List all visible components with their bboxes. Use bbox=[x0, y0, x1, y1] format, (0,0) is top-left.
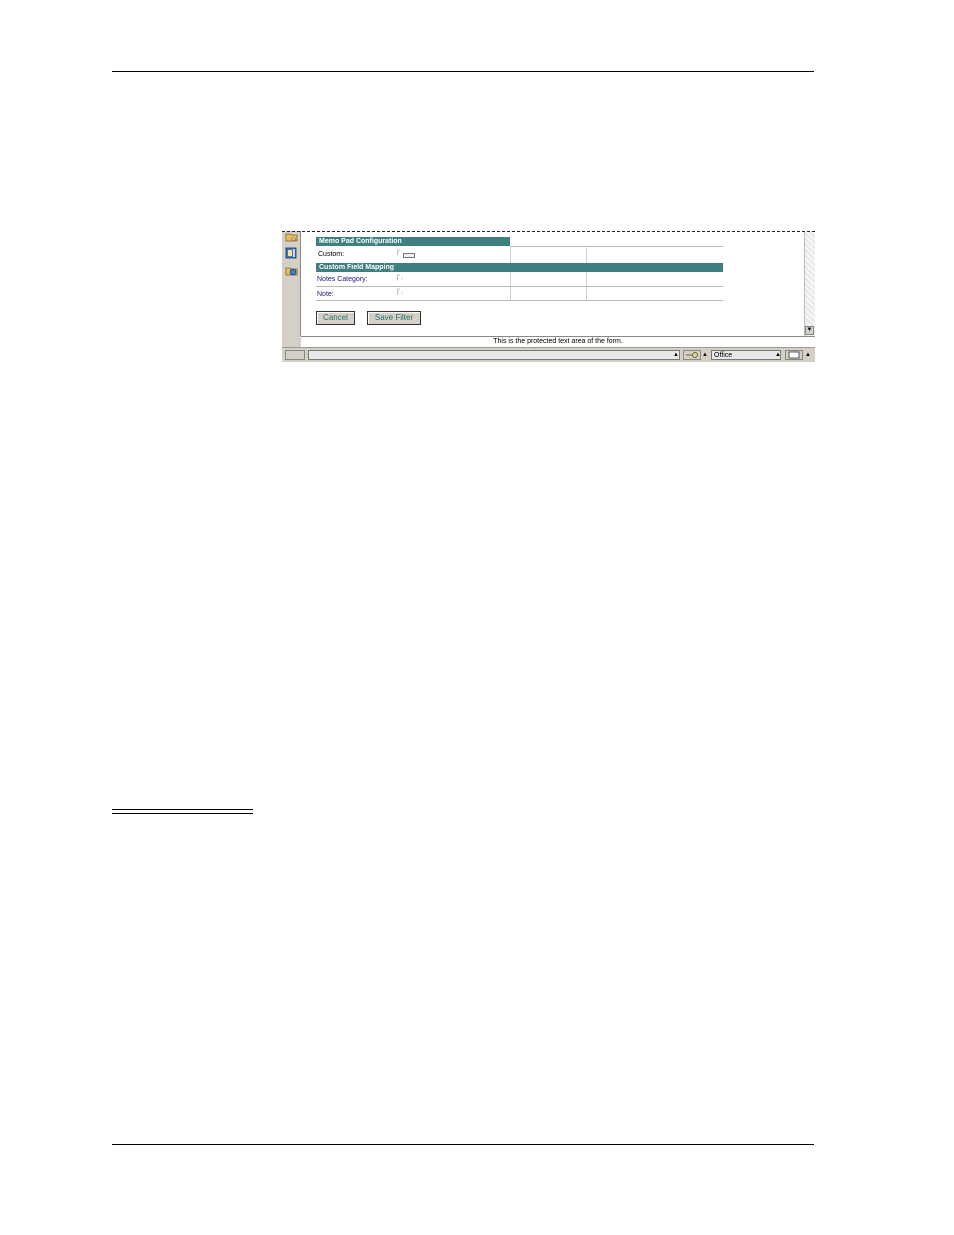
screenshot-figure: Memo Pad Configuration Custom: |' Custom… bbox=[282, 231, 815, 362]
custom-field-mapping-header: Custom Field Mapping bbox=[316, 263, 723, 272]
column-divider bbox=[510, 246, 511, 263]
page-header-rule bbox=[112, 71, 814, 72]
custom-select[interactable] bbox=[403, 253, 415, 258]
folder-hand-icon[interactable] bbox=[285, 231, 298, 243]
memo-pad-section-header: Memo Pad Configuration bbox=[316, 237, 510, 246]
address-book-icon[interactable] bbox=[285, 247, 298, 259]
notes-category-field-marker[interactable]: |' ⌟ bbox=[397, 275, 403, 281]
note-label: Note: bbox=[317, 291, 334, 298]
key-icon[interactable] bbox=[683, 350, 701, 360]
notes-category-label: Notes Category: bbox=[317, 276, 368, 283]
status-bar-up-arrow-icon[interactable]: ▲ bbox=[673, 350, 679, 360]
scroll-down-arrow-icon[interactable]: ▼ bbox=[805, 326, 814, 335]
status-bar-button[interactable] bbox=[285, 350, 305, 360]
column-divider bbox=[586, 246, 587, 263]
folder-globe-icon[interactable] bbox=[285, 265, 298, 277]
location-select[interactable]: Office bbox=[711, 350, 781, 360]
mail-dropdown-arrow-icon[interactable]: ▲ bbox=[805, 350, 811, 360]
location-dropdown-arrow-icon[interactable]: ▲ bbox=[775, 350, 781, 360]
protected-text-label: This is the protected text area of the f… bbox=[493, 338, 623, 345]
form-content-area: Memo Pad Configuration Custom: |' Custom… bbox=[301, 231, 804, 336]
protected-text-bar: This is the protected text area of the f… bbox=[301, 336, 815, 347]
vertical-scrollbar[interactable] bbox=[804, 231, 815, 336]
crop-edge-dashed-line bbox=[282, 231, 815, 232]
column-divider bbox=[586, 272, 587, 300]
status-bar-field[interactable] bbox=[308, 350, 680, 360]
custom-field-marker: |' bbox=[397, 250, 400, 256]
save-filter-button[interactable]: Save Filter bbox=[367, 311, 421, 325]
row-divider bbox=[316, 286, 723, 287]
status-bar: ▲ ▲ Office ▲ ▲ bbox=[282, 347, 815, 362]
row-divider bbox=[510, 246, 723, 247]
page-footer-rule bbox=[112, 1144, 814, 1145]
key-glyph-icon bbox=[686, 352, 698, 358]
footnote-rule bbox=[112, 809, 253, 810]
footnote-rule bbox=[112, 813, 253, 814]
note-field-marker[interactable]: |' ⌟ bbox=[397, 289, 403, 295]
location-select-value: Office bbox=[714, 352, 733, 359]
mail-icon[interactable] bbox=[785, 350, 803, 360]
custom-label: Custom: bbox=[318, 251, 345, 258]
row-divider bbox=[316, 300, 723, 301]
cancel-button[interactable]: Cancel bbox=[316, 311, 355, 325]
key-dropdown-arrow-icon[interactable]: ▲ bbox=[702, 350, 708, 360]
left-icon-bar bbox=[282, 231, 301, 336]
column-divider bbox=[510, 272, 511, 300]
envelope-glyph-icon bbox=[788, 351, 800, 359]
